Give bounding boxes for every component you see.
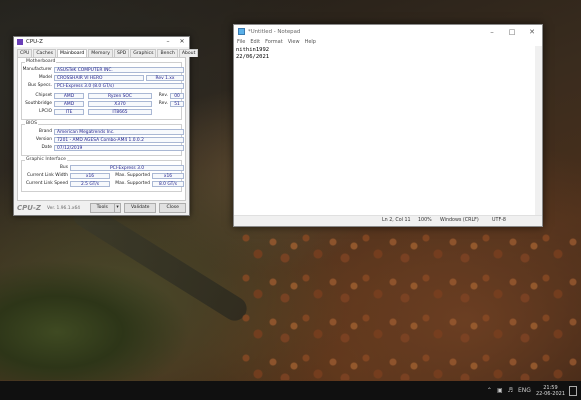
lpcio-label: LPCIO (39, 109, 52, 114)
cpuz-logo: CPU-Z (17, 204, 41, 212)
bios-group: BIOS Brand American Megatrends Inc. Vers… (21, 121, 184, 156)
wallpaper-moss (0, 260, 190, 380)
link-speed-value: 2.5 GT/s (70, 181, 110, 187)
bios-brand-value: American Megatrends Inc. (54, 129, 184, 135)
model-value: CROSSHAIR VI HERO (54, 75, 144, 81)
graphic-bus-label: Bus (59, 165, 68, 170)
cpuz-titlebar[interactable]: CPU-Z – ✕ (14, 37, 189, 47)
lpcio-vendor: ITE (54, 109, 84, 115)
editor-line: 22/06/2021 (236, 54, 270, 60)
maximize-icon[interactable]: □ (502, 27, 522, 37)
clock[interactable]: 21:59 22-06-2021 (536, 385, 565, 397)
bios-group-title: BIOS (25, 121, 39, 126)
lpcio-name: IT8665 (88, 109, 152, 115)
tab-cpu[interactable]: CPU (17, 49, 33, 57)
bios-date-value: 07/12/2019 (54, 145, 184, 151)
editor-line: nithin1992 (236, 47, 270, 53)
manufacturer-value: ASUSTeK COMPUTER INC. (54, 67, 184, 73)
close-button[interactable]: Close (159, 203, 186, 213)
graphic-group-title: Graphic Interface (25, 157, 67, 162)
cpuz-app-icon (17, 39, 23, 45)
tab-bench[interactable]: Bench (157, 49, 178, 57)
tab-graphics[interactable]: Graphics (130, 49, 157, 57)
tab-mainboard[interactable]: Mainboard (57, 49, 88, 57)
motherboard-group: Motherboard Manufacturer ASUSTeK COMPUTE… (21, 59, 184, 120)
notepad-titlebar[interactable]: *Untitled - Notepad – □ ✕ (234, 25, 542, 38)
close-icon[interactable]: ✕ (175, 37, 189, 47)
max-speed-value: 8.0 GT/s (152, 181, 184, 187)
menu-format[interactable]: Format (265, 38, 283, 46)
menu-edit[interactable]: Edit (250, 38, 260, 46)
wallpaper-leaves (240, 230, 580, 380)
bios-date-label: Date (41, 145, 53, 150)
close-icon[interactable]: ✕ (522, 27, 542, 37)
chipset-rev-label: Rev. (158, 93, 168, 98)
bus-specs-value: PCI-Express 3.0 (8.0 GT/s) (54, 83, 184, 89)
taskbar: ⌃ ▣ ♬ ENG 21:59 22-06-2021 (0, 381, 581, 400)
line-ending: Windows (CRLF) (440, 218, 479, 223)
motherboard-group-title: Motherboard (25, 59, 57, 64)
max-width-label: Max. Supported (115, 173, 150, 178)
clock-date: 22-06-2021 (535, 390, 565, 397)
cursor-position: Ln 2, Col 11 (382, 218, 411, 223)
notepad-menubar: File Edit Format View Help (234, 38, 542, 46)
menu-file[interactable]: File (237, 38, 245, 46)
chipset-rev: 00 (170, 93, 184, 99)
southbridge-vendor: AMD (54, 101, 84, 107)
graphic-bus-value: PCI-Express 3.0 (70, 165, 184, 171)
cpuz-tabs: CPU Caches Mainboard Memory SPD Graphics… (14, 47, 199, 57)
network-icon[interactable]: ▣ (497, 387, 503, 394)
chipset-name: Ryzen SOC (88, 93, 152, 99)
notepad-statusbar: Ln 2, Col 11 100% Windows (CRLF) UTF-8 (234, 215, 542, 226)
notepad-title: *Untitled - Notepad (248, 28, 301, 35)
encoding: UTF-8 (492, 218, 506, 223)
cpuz-window[interactable]: CPU-Z – ✕ CPU Caches Mainboard Memory SP… (13, 36, 199, 216)
link-width-label: Current Link Width (26, 173, 68, 178)
system-tray: ⌃ ▣ ♬ ENG 21:59 22-06-2021 (487, 381, 577, 400)
link-width-value: x16 (70, 173, 110, 179)
mainboard-panel: Motherboard Manufacturer ASUSTeK COMPUTE… (17, 57, 186, 201)
bios-version-value: 7201 - AMD AGESA Combo-AM4 1.0.0.2 (54, 137, 184, 143)
tab-caches[interactable]: Caches (33, 49, 57, 57)
southbridge-rev-label: Rev. (158, 101, 168, 106)
southbridge-rev: 51 (170, 101, 184, 107)
notepad-app-icon (238, 28, 245, 35)
volume-icon[interactable]: ♬ (508, 387, 513, 394)
tools-dropdown-icon[interactable]: ▾ (113, 203, 121, 213)
bus-specs-label: Bus Specs. (28, 83, 52, 88)
validate-button[interactable]: Validate (123, 203, 157, 213)
minimize-icon[interactable]: – (482, 27, 502, 37)
southbridge-label: Southbridge (25, 101, 52, 106)
tab-about[interactable]: About (178, 49, 199, 57)
model-rev-value: Rev 1.xx (146, 75, 184, 81)
notepad-window[interactable]: *Untitled - Notepad – □ ✕ File Edit Form… (233, 24, 543, 227)
menu-view[interactable]: View (288, 38, 300, 46)
bios-brand-label: Brand (38, 129, 52, 134)
notification-icon[interactable] (569, 385, 577, 396)
cpuz-version: Ver. 1.96.1.x64 (47, 205, 81, 211)
tab-spd[interactable]: SPD (113, 49, 130, 57)
max-speed-label: Max. Supported (115, 181, 150, 186)
bios-version-label: Version (35, 137, 52, 142)
chevron-up-icon[interactable]: ⌃ (487, 387, 492, 394)
cpuz-title: CPU-Z (26, 39, 43, 45)
cpuz-footer: CPU-Z Ver. 1.96.1.x64 Tools ▾ Validate C… (17, 203, 186, 213)
vertical-scrollbar[interactable] (535, 46, 542, 216)
minimize-icon[interactable]: – (161, 37, 175, 47)
zoom-level: 100% (418, 218, 432, 223)
tools-button[interactable]: Tools (89, 203, 115, 213)
southbridge-name: X370 (88, 101, 152, 107)
chipset-vendor: AMD (54, 93, 84, 99)
graphic-interface-group: Graphic Interface Bus PCI-Express 3.0 Cu… (21, 157, 184, 192)
text-editor[interactable]: nithin1992 22/06/2021 (234, 46, 535, 216)
language-indicator[interactable]: ENG (518, 387, 531, 394)
max-width-value: x16 (152, 173, 184, 179)
menu-help[interactable]: Help (305, 38, 316, 46)
link-speed-label: Current Link Speed (25, 181, 68, 186)
manufacturer-label: Manufacturer (22, 67, 52, 72)
tab-memory[interactable]: Memory (88, 49, 113, 57)
chipset-label: Chipset (35, 93, 52, 98)
model-label: Model (38, 75, 52, 80)
